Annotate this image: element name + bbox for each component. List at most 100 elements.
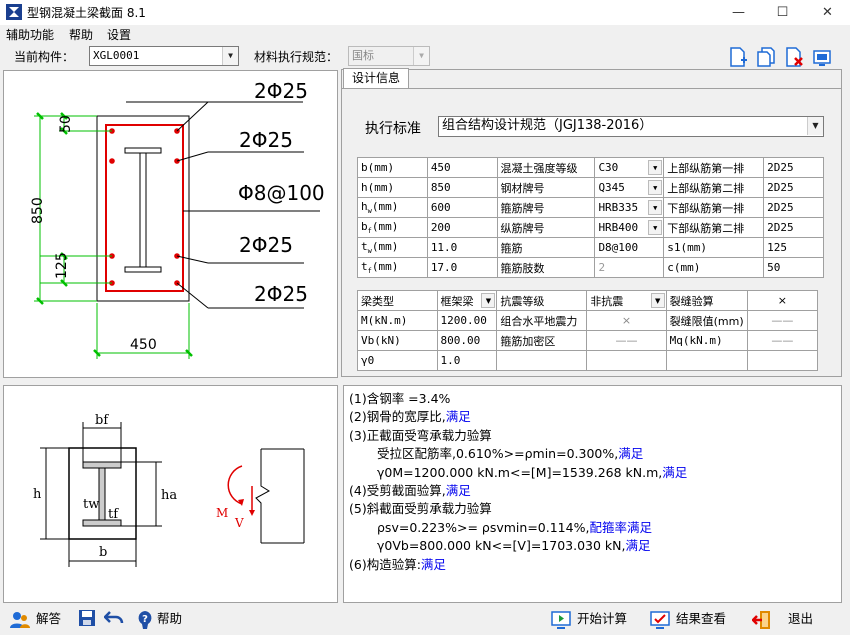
grid-cell-top-row2[interactable]: 2D25: [763, 177, 824, 198]
monitor-run-icon: [551, 610, 571, 629]
grid-cell-tf[interactable]: 17.0: [426, 257, 498, 278]
label-h: h: [33, 487, 42, 502]
grid-cell-steel-grade[interactable]: Q345 ▼: [594, 177, 665, 198]
close-button[interactable]: ✕: [805, 0, 850, 25]
grid-cell-h[interactable]: 850: [426, 177, 498, 198]
grid-cell-c[interactable]: 50: [763, 257, 824, 278]
grid-cell-top-row1[interactable]: 2D25: [763, 157, 824, 178]
steel-grade-value: Q345: [598, 181, 625, 194]
minimize-button[interactable]: —: [716, 0, 761, 25]
chevron-down-icon: ▼: [648, 200, 663, 215]
exit-door-icon: [752, 610, 770, 629]
label-tf: tf: [108, 507, 119, 522]
grid-cell-crack-limit[interactable]: ——: [746, 310, 819, 331]
code-label: 材料执行规范：: [254, 50, 339, 64]
grid-cell-rebar-grade[interactable]: HRB400 ▼: [594, 217, 665, 238]
label-bottom-row2: 2Φ25: [239, 233, 293, 257]
grid-cell-b[interactable]: 450: [426, 157, 498, 178]
grid-cell-hw[interactable]: 600: [426, 197, 498, 218]
stirrup-grade-value: HRB335: [598, 201, 639, 214]
grid-cell-concrete-grade[interactable]: C30 ▼: [594, 157, 665, 178]
start-calc-button[interactable]: 开始计算: [551, 607, 627, 631]
table-row: bf(mm) 200 纵筋牌号 HRB400 ▼ 下部纵筋第二排 2D25: [357, 217, 824, 238]
chevron-down-icon: ▼: [648, 220, 663, 235]
grid-label: 上部纵筋第二排: [663, 177, 765, 198]
label-shear: V: [234, 516, 244, 530]
grid-cell-bf[interactable]: 200: [426, 217, 498, 238]
menu-help[interactable]: 帮助: [69, 26, 93, 43]
chevron-down-icon: ▼: [413, 47, 429, 65]
grid-label: 裂缝限值(mm): [665, 310, 748, 331]
grid-cell-stirrup-legs: 2: [594, 257, 665, 278]
undo-icon[interactable]: [104, 610, 124, 626]
grid-cell-gamma0[interactable]: 1.0: [436, 350, 498, 371]
exit-button[interactable]: 退出: [752, 607, 813, 631]
grid-cell-s1[interactable]: 125: [763, 237, 824, 258]
code-value: 国标: [352, 49, 374, 62]
standard-select[interactable]: 组合结构设计规范（JGJ138-2016） ▼: [438, 116, 824, 137]
help-icon: ?: [138, 610, 152, 629]
grid-label: 箍筋: [496, 237, 596, 258]
code-select[interactable]: 国标 ▼: [348, 46, 430, 66]
grid-cell-bot-row2[interactable]: 2D25: [763, 217, 824, 238]
concrete-grade-value: C30: [598, 161, 619, 174]
grid-label: bf(mm): [357, 217, 428, 238]
new-file-icon[interactable]: [727, 46, 749, 68]
grid-cell-empty: [665, 350, 748, 371]
grid-cell-moment[interactable]: 1200.00: [436, 310, 498, 331]
section-drawing-panel: 2Φ25 2Φ25 Φ8@100 2Φ25 2Φ25 50 850 125 45…: [3, 70, 338, 378]
result-ok: 满足: [618, 446, 644, 462]
exit-label: 退出: [788, 611, 814, 626]
help-button[interactable]: ? 帮助: [135, 607, 182, 631]
result-line: ρsv=0.223%>= ρsvmin=0.114%,配箍率满足: [349, 519, 836, 537]
save-icon[interactable]: [78, 609, 96, 627]
grid-cell-mq[interactable]: ——: [746, 330, 819, 351]
grid-cell-bot-row1[interactable]: 2D25: [763, 197, 824, 218]
standard-label: 执行标准: [365, 121, 421, 137]
component-value: XGL0001: [93, 49, 140, 62]
result-ok: 满足: [662, 464, 688, 480]
grid-cell-shear[interactable]: 800.00: [436, 330, 498, 351]
app-logo-icon: [6, 4, 22, 20]
grid-label: 下部纵筋第二排: [663, 217, 765, 238]
standard-value: 组合结构设计规范（JGJ138-2016）: [442, 118, 653, 133]
help-label: 帮助: [157, 611, 183, 626]
grid-cell-beam-type[interactable]: 框架梁 ▼: [436, 290, 498, 311]
grid-cell-tw[interactable]: 11.0: [426, 237, 498, 258]
grid-cell-crack-check[interactable]: ×: [746, 290, 819, 311]
tab-design-info[interactable]: 设计信息: [343, 68, 409, 88]
window-title: 型钢混凝土梁截面 8.1: [27, 6, 146, 20]
export-icon[interactable]: [811, 46, 833, 68]
component-select[interactable]: XGL0001 ▼: [89, 46, 239, 66]
result-line: γ0M=1200.000 kN.m<=[M]=1539.268 kN.m,满足: [349, 464, 836, 482]
menu-settings[interactable]: 设置: [107, 26, 131, 43]
table-row: tf(mm) 17.0 箍筋肢数 2 c(mm) 50: [357, 257, 824, 278]
grid-cell-dense-zone[interactable]: ——: [586, 330, 667, 351]
result-text-area[interactable]: (1)含钢率 =3.4% (2)钢骨的宽厚比,满足 (3)正截面受弯承载力验算 …: [343, 385, 842, 603]
grid-label: tf(mm): [357, 257, 428, 278]
table-row: b(mm) 450 混凝土强度等级 C30 ▼ 上部纵筋第一排 2D25: [357, 157, 824, 178]
grid-cell-seismic-level[interactable]: 非抗震 ▼: [586, 290, 667, 311]
maximize-button[interactable]: ☐: [760, 0, 805, 25]
load-params-grid: 梁类型 框架梁 ▼ 抗震等级 非抗震 ▼ 裂缝验算 × M(kN.m) 1200.0…: [357, 290, 819, 371]
users-icon: [10, 611, 30, 628]
grid-cell-seismic-force[interactable]: ×: [586, 310, 667, 331]
result-ok: 满足: [420, 556, 446, 572]
copy-icon[interactable]: [755, 46, 777, 68]
menu-assist[interactable]: 辅助功能: [6, 26, 54, 43]
grid-cell-stirrup[interactable]: D8@100: [594, 237, 665, 258]
grid-label: Vb(kN): [357, 330, 438, 351]
grid-cell-empty: [496, 350, 588, 371]
result-text: (4)受剪截面验算,: [349, 483, 446, 499]
grid-label: 纵筋牌号: [496, 217, 596, 238]
start-calc-label: 开始计算: [577, 611, 628, 626]
delete-icon[interactable]: [783, 46, 805, 68]
section-params-grid: b(mm) 450 混凝土强度等级 C30 ▼ 上部纵筋第一排 2D25 h(mm…: [357, 157, 824, 278]
grid-cell-stirrup-grade[interactable]: HRB335 ▼: [594, 197, 665, 218]
view-result-button[interactable]: 结果查看: [650, 607, 726, 631]
table-row: hw(mm) 600 箍筋牌号 HRB335 ▼ 下部纵筋第一排 2D25: [357, 197, 824, 218]
table-row: 梁类型 框架梁 ▼ 抗震等级 非抗震 ▼ 裂缝验算 ×: [357, 290, 819, 311]
beam-type-value: 框架梁: [440, 294, 474, 308]
answer-button[interactable]: 解答: [10, 607, 61, 631]
grid-label: 混凝土强度等级: [496, 157, 596, 178]
